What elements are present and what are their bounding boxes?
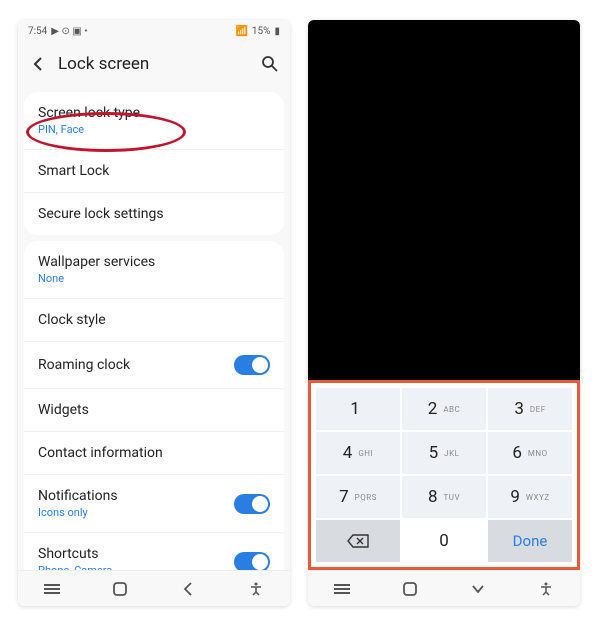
nav-collapse[interactable] <box>462 573 494 605</box>
row-title: Contact information <box>38 445 163 461</box>
row-contact-information[interactable]: Contact information <box>24 431 284 474</box>
row-title: Screen lock type <box>38 105 140 121</box>
recents-icon <box>44 583 60 595</box>
chevron-left-icon <box>33 56 43 72</box>
row-sub: PIN, Face <box>38 123 140 136</box>
battery-icon: ▮ <box>274 26 280 37</box>
android-navbar <box>18 570 290 606</box>
key-6[interactable]: 6MNO <box>487 431 573 475</box>
row-title: Wallpaper services <box>38 254 155 270</box>
phone-pin-entry: 1 2ABC 3DEF 4GHI 5JKL 6MNO 7PQRS 8TUV 9W… <box>308 20 580 606</box>
key-done[interactable]: Done <box>487 519 573 563</box>
key-1[interactable]: 1 <box>315 387 401 431</box>
settings-section-display: Wallpaper services None Clock style Roam… <box>24 241 284 570</box>
numeric-keypad: 1 2ABC 3DEF 4GHI 5JKL 6MNO 7PQRS 8TUV 9W… <box>315 387 573 563</box>
chevron-down-icon <box>471 584 485 594</box>
nav-recents[interactable] <box>36 573 68 605</box>
settings-section-lock: Screen lock type PIN, Face Smart Lock Se… <box>24 92 284 235</box>
row-sub: None <box>38 272 155 285</box>
pin-entry-screen <box>308 20 580 380</box>
settings-body: Screen lock type PIN, Face Smart Lock Se… <box>18 86 290 570</box>
key-8[interactable]: 8TUV <box>401 475 487 519</box>
battery-text: 15% <box>252 26 271 37</box>
search-icon <box>261 55 279 73</box>
row-secure-lock-settings[interactable]: Secure lock settings <box>24 192 284 235</box>
row-sub: Icons only <box>38 506 118 519</box>
page-title: Lock screen <box>58 54 250 74</box>
row-wallpaper-services[interactable]: Wallpaper services None <box>24 241 284 298</box>
row-title: Clock style <box>38 312 106 328</box>
toggle-shortcuts[interactable] <box>234 552 270 571</box>
back-button[interactable] <box>26 52 50 76</box>
status-time: 7:54 <box>28 26 47 37</box>
search-button[interactable] <box>258 52 282 76</box>
home-icon <box>113 582 127 596</box>
status-bar: 7:54 ▶ ⊙ ▣ • 📶 15% ▮ <box>18 20 290 42</box>
nav-home[interactable] <box>104 573 136 605</box>
row-title: Smart Lock <box>38 163 109 179</box>
backspace-icon <box>347 534 369 548</box>
row-roaming-clock[interactable]: Roaming clock <box>24 341 284 388</box>
home-icon <box>403 582 417 596</box>
row-title: Secure lock settings <box>38 206 164 222</box>
nav-accessibility[interactable] <box>240 573 272 605</box>
nav-accessibility[interactable] <box>530 573 562 605</box>
key-9[interactable]: 9WXYZ <box>487 475 573 519</box>
signal-icon: 📶 <box>235 26 247 37</box>
accessibility-icon <box>539 582 553 596</box>
row-title: Widgets <box>38 402 89 418</box>
key-7[interactable]: 7PQRS <box>315 475 401 519</box>
key-0[interactable]: 0 <box>401 519 487 563</box>
row-clock-style[interactable]: Clock style <box>24 298 284 341</box>
key-3[interactable]: 3DEF <box>487 387 573 431</box>
key-4[interactable]: 4GHI <box>315 431 401 475</box>
row-title: Notifications <box>38 488 118 504</box>
row-title: Shortcuts <box>38 546 112 562</box>
row-shortcuts[interactable]: Shortcuts Phone, Camera <box>24 532 284 570</box>
row-title: Roaming clock <box>38 357 130 373</box>
row-screen-lock-type[interactable]: Screen lock type PIN, Face <box>24 92 284 149</box>
nav-home[interactable] <box>394 573 426 605</box>
nav-back[interactable] <box>172 573 204 605</box>
android-navbar <box>308 570 580 606</box>
toggle-roaming-clock[interactable] <box>234 355 270 375</box>
key-5[interactable]: 5JKL <box>401 431 487 475</box>
key-2[interactable]: 2ABC <box>401 387 487 431</box>
status-icons: ▶ ⊙ ▣ • <box>51 26 87 37</box>
nav-recents[interactable] <box>326 573 358 605</box>
row-notifications[interactable]: Notifications Icons only <box>24 474 284 532</box>
recents-icon <box>334 583 350 595</box>
chevron-left-icon <box>183 582 193 596</box>
row-smart-lock[interactable]: Smart Lock <box>24 149 284 192</box>
keypad-highlight: 1 2ABC 3DEF 4GHI 5JKL 6MNO 7PQRS 8TUV 9W… <box>308 380 580 570</box>
phone-settings: 7:54 ▶ ⊙ ▣ • 📶 15% ▮ Lock screen Scr <box>18 20 290 606</box>
accessibility-icon <box>249 582 263 596</box>
row-widgets[interactable]: Widgets <box>24 388 284 431</box>
key-backspace[interactable] <box>315 519 401 563</box>
toggle-notifications[interactable] <box>234 494 270 514</box>
settings-header: Lock screen <box>18 42 290 86</box>
